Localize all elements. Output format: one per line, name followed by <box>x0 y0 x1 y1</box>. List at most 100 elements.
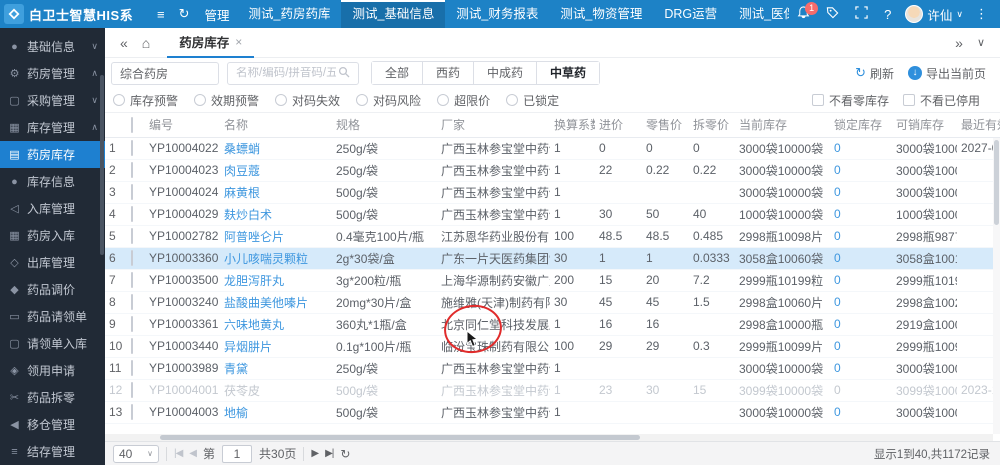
top-nav-tab[interactable]: 测试_物资管理 <box>549 0 653 28</box>
sidebar-item[interactable]: ≡ 结存管理 <box>0 438 105 465</box>
table-row[interactable]: 7 YP10003500 龙胆泻肝丸 3g*200粒/瓶 上海华源制药安徽广生药… <box>105 269 1000 291</box>
cell-name[interactable]: 异烟肼片 <box>220 335 332 357</box>
collapse-sidebar-icon[interactable]: ≡ <box>150 7 172 22</box>
cell-locked-stock[interactable]: 0 <box>830 335 892 357</box>
tag-icon[interactable] <box>818 6 847 22</box>
filter-radio[interactable]: 对码失效 <box>275 92 340 109</box>
drug-type-button[interactable]: 西药 <box>423 62 474 84</box>
row-checkbox[interactable] <box>127 137 145 159</box>
drug-type-button[interactable]: 中草药 <box>537 62 599 84</box>
top-nav-tab[interactable]: 测试_财务报表 <box>445 0 549 28</box>
search-input[interactable] <box>236 67 336 79</box>
nav-manage[interactable]: 管理 <box>197 5 238 24</box>
cell-locked-stock[interactable]: 0 <box>830 357 892 379</box>
fullscreen-icon[interactable] <box>847 6 876 22</box>
table-row[interactable]: 13 YP10004003 地榆 500g/袋 广西玉林参宝堂中药饮片有... … <box>105 401 1000 423</box>
filter-checkbox[interactable]: 不看已停用 <box>903 92 980 109</box>
row-checkbox[interactable] <box>127 313 145 335</box>
user-menu-caret-icon[interactable]: ∨ <box>952 9 967 20</box>
help-icon[interactable]: ? <box>876 7 899 22</box>
tabs-menu-caret-icon[interactable]: ∨ <box>970 36 992 49</box>
cell-locked-stock[interactable]: 0 <box>830 269 892 291</box>
tab-pharmacy-stock[interactable]: 药房库存 × <box>167 28 254 58</box>
top-nav-tab[interactable]: 测试_医保接口 <box>728 0 789 28</box>
top-nav-tab[interactable]: DRG运营 <box>653 0 728 28</box>
page-size-select[interactable]: 40 ∨ <box>113 445 159 463</box>
cell-locked-stock[interactable]: 0 <box>830 159 892 181</box>
row-checkbox[interactable] <box>127 269 145 291</box>
row-checkbox[interactable] <box>127 379 145 401</box>
cell-name[interactable]: 麻黄根 <box>220 181 332 203</box>
cell-name[interactable]: 青黛 <box>220 357 332 379</box>
sidebar-item[interactable]: ▦ 库存管理 ∧ <box>0 114 105 141</box>
cell-locked-stock[interactable]: 0 <box>830 313 892 335</box>
drug-type-button[interactable]: 中成药 <box>474 62 537 84</box>
next-page-button[interactable]: ▶ <box>311 448 318 459</box>
sidebar-item[interactable]: ▢ 采购管理 ∨ <box>0 87 105 114</box>
page-number-input[interactable] <box>222 445 252 463</box>
search-icon[interactable] <box>338 66 350 81</box>
sidebar-item[interactable]: ◈ 领用申请 <box>0 357 105 384</box>
tabs-forward-icon[interactable]: » <box>948 35 970 51</box>
sidebar-item[interactable]: ● 基础信息 ∨ <box>0 33 105 60</box>
filter-radio[interactable]: 对码风险 <box>356 92 421 109</box>
sidebar-item[interactable]: ▭ 药品请领单 <box>0 303 105 330</box>
reload-grid-icon[interactable]: ↻ <box>340 447 349 461</box>
home-icon[interactable]: ⌂ <box>135 35 157 51</box>
refresh-button[interactable]: ↻ 刷新 <box>855 65 894 82</box>
user-avatar[interactable] <box>905 5 923 23</box>
sidebar-item[interactable]: ▦ 药房入库 <box>0 222 105 249</box>
cell-locked-stock[interactable]: 0 <box>830 181 892 203</box>
cell-name[interactable]: 龙胆泻肝丸 <box>220 269 332 291</box>
table-row[interactable]: 3 YP10004024 麻黄根 500g/袋 广西玉林参宝堂中药饮片有... … <box>105 181 1000 203</box>
table-row[interactable]: 4 YP10004029 麸炒白术 500g/袋 广西玉林参宝堂中药饮片有...… <box>105 203 1000 225</box>
cell-locked-stock[interactable]: 0 <box>830 137 892 159</box>
tab-close-icon[interactable]: × <box>235 35 242 49</box>
sidebar-item[interactable]: ⚙ 药房管理 ∧ <box>0 60 105 87</box>
row-checkbox[interactable] <box>127 335 145 357</box>
row-checkbox[interactable] <box>127 181 145 203</box>
user-name[interactable]: 许仙 <box>927 5 952 24</box>
refresh-page-icon[interactable]: ↻ <box>172 6 197 22</box>
vertical-scrollbar[interactable] <box>993 138 1000 434</box>
first-page-button[interactable]: |◀ <box>174 448 182 459</box>
sidebar-item[interactable]: ✂ 药品拆零 <box>0 384 105 411</box>
cell-name[interactable]: 小儿咳喘灵颗粒 <box>220 247 332 269</box>
top-nav-tab[interactable]: 测试_基础信息 <box>341 0 445 28</box>
sidebar-scrollbar[interactable] <box>100 75 104 255</box>
drug-type-button[interactable]: 全部 <box>372 62 423 84</box>
table-row[interactable]: 9 YP10003361 六味地黄丸 360丸*1瓶/盒 北京同仁堂科技发展股份… <box>105 313 1000 335</box>
cell-name[interactable]: 麸炒白术 <box>220 203 332 225</box>
filter-radio[interactable]: 效期预警 <box>194 92 259 109</box>
row-checkbox[interactable] <box>127 159 145 181</box>
select-all-checkbox[interactable] <box>127 113 145 137</box>
table-row[interactable]: 8 YP10003240 盐酸曲美他嗪片 20mg*30片/盒 施维雅(天津)制… <box>105 291 1000 313</box>
more-menu-icon[interactable]: ⋮ <box>967 6 996 22</box>
cell-locked-stock[interactable]: 0 <box>830 225 892 247</box>
cell-name[interactable]: 肉豆蔻 <box>220 159 332 181</box>
cell-locked-stock[interactable]: 0 <box>830 401 892 423</box>
sidebar-item[interactable]: ▤ 药房库存 <box>0 141 105 168</box>
cell-locked-stock[interactable]: 0 <box>830 291 892 313</box>
sidebar-item[interactable]: ● 库存信息 <box>0 168 105 195</box>
table-row[interactable]: 10 YP10003440 异烟肼片 0.1g*100片/瓶 临汾宝珠制药有限公… <box>105 335 1000 357</box>
cell-name[interactable]: 六味地黄丸 <box>220 313 332 335</box>
row-checkbox[interactable] <box>127 357 145 379</box>
table-row[interactable]: 1 YP10004022 桑螵蛸 250g/袋 广西玉林参宝堂中药饮片有... … <box>105 137 1000 159</box>
horizontal-scrollbar[interactable] <box>105 434 993 441</box>
notifications-bell-icon[interactable]: 1 <box>789 6 818 22</box>
row-checkbox[interactable] <box>127 203 145 225</box>
table-row[interactable]: 6 YP10003360 小儿咳喘灵颗粒 2g*30袋/盒 广东一片天医药集团制… <box>105 247 1000 269</box>
prev-page-button[interactable]: ◀ <box>189 448 196 459</box>
sidebar-item[interactable]: ◇ 出库管理 <box>0 249 105 276</box>
cell-name[interactable]: 盐酸曲美他嗪片 <box>220 291 332 313</box>
cell-locked-stock[interactable]: 0 <box>830 379 892 401</box>
row-checkbox[interactable] <box>127 291 145 313</box>
filter-radio[interactable]: 已锁定 <box>506 92 559 109</box>
cell-locked-stock[interactable]: 0 <box>830 247 892 269</box>
last-page-button[interactable]: ▶| <box>325 448 333 459</box>
cell-name[interactable]: 地榆 <box>220 401 332 423</box>
row-checkbox[interactable] <box>127 401 145 423</box>
sidebar-item[interactable]: ◁ 入库管理 <box>0 195 105 222</box>
table-row[interactable]: 5 YP10002782 阿普唑仑片 0.4毫克100片/瓶 江苏恩华药业股份有… <box>105 225 1000 247</box>
